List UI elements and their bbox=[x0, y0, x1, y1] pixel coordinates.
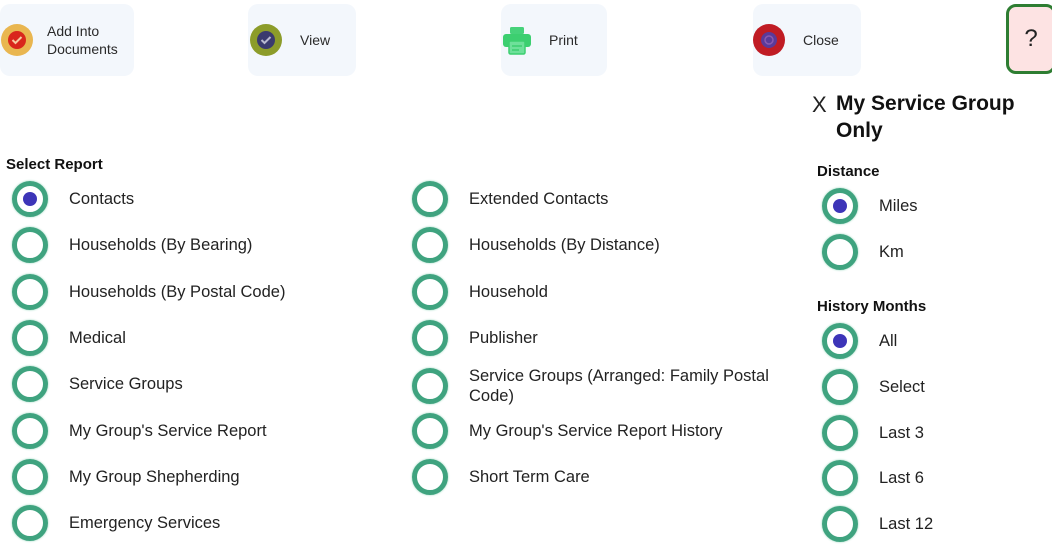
radio-unselected-icon[interactable] bbox=[412, 181, 448, 217]
radio-unselected-icon[interactable] bbox=[412, 458, 448, 495]
radio-option-label: Last 6 bbox=[879, 469, 924, 488]
history-months-radio-option[interactable]: Last 6 bbox=[822, 460, 924, 497]
radio-unselected-icon[interactable] bbox=[822, 414, 858, 451]
radio-option-label: Miles bbox=[879, 197, 918, 215]
report-radio-option[interactable]: Publisher bbox=[412, 319, 809, 356]
checked-mark-icon: X bbox=[812, 92, 827, 117]
printer-icon bbox=[501, 24, 533, 56]
report-radio-option[interactable]: Household bbox=[412, 273, 809, 310]
report-radio-option[interactable]: Service Groups (Arranged: Family Postal … bbox=[412, 366, 809, 406]
close-button[interactable]: Close bbox=[753, 4, 861, 76]
select-report-title: Select Report bbox=[6, 156, 103, 173]
report-radio-option[interactable]: Households (By Postal Code) bbox=[12, 273, 286, 310]
radio-unselected-icon[interactable] bbox=[412, 368, 448, 405]
check-badge-icon bbox=[1, 24, 33, 56]
print-label: Print bbox=[549, 32, 578, 48]
report-radio-option[interactable]: My Group's Service Report bbox=[12, 412, 267, 449]
my-service-group-only-label: My Service Group Only bbox=[836, 92, 1015, 142]
radio-unselected-icon[interactable] bbox=[822, 368, 858, 405]
report-radio-option[interactable]: My Group Shepherding bbox=[12, 458, 240, 495]
radio-option-label: Contacts bbox=[69, 190, 135, 208]
radio-unselected-icon[interactable] bbox=[412, 273, 448, 310]
radio-unselected-icon[interactable] bbox=[412, 319, 448, 356]
radio-option-label: Short Term Care bbox=[469, 467, 590, 486]
radio-selected-icon[interactable] bbox=[12, 181, 48, 217]
radio-option-label: Households (By Bearing) bbox=[69, 236, 253, 255]
view-button[interactable]: View bbox=[248, 4, 356, 76]
distance-radio-option[interactable]: Miles bbox=[822, 188, 918, 224]
radio-unselected-icon[interactable] bbox=[12, 227, 48, 264]
radio-option-label: All bbox=[879, 332, 898, 350]
add-into-documents-label: Add Into Documents bbox=[47, 22, 118, 58]
radio-unselected-icon[interactable] bbox=[12, 273, 48, 310]
radio-option-label: Last 3 bbox=[879, 423, 924, 442]
radio-option-label: Last 12 bbox=[879, 515, 934, 534]
view-label: View bbox=[300, 32, 331, 48]
history-months-radio-option[interactable]: Last 3 bbox=[822, 414, 924, 451]
radio-option-label: Household bbox=[469, 282, 548, 301]
print-button[interactable]: Print bbox=[501, 4, 607, 76]
report-radio-option[interactable]: My Group's Service Report History bbox=[412, 412, 809, 449]
radio-unselected-icon[interactable] bbox=[12, 366, 48, 403]
radio-dot-icon bbox=[833, 199, 847, 213]
radio-option-label: Households (By Postal Code) bbox=[69, 282, 286, 301]
radio-dot-icon bbox=[833, 334, 847, 348]
report-radio-option[interactable]: Households (By Distance) bbox=[412, 227, 809, 264]
radio-unselected-icon[interactable] bbox=[12, 458, 48, 495]
radio-option-label: My Group's Service Report bbox=[69, 421, 267, 440]
radio-dot-icon bbox=[23, 192, 37, 206]
radio-option-label: Extended Contacts bbox=[469, 190, 609, 208]
radio-selected-icon[interactable] bbox=[822, 323, 858, 359]
report-radio-option[interactable]: Medical bbox=[12, 319, 126, 356]
history-months-radio-option[interactable]: Last 12 bbox=[822, 506, 934, 543]
my-service-group-only-toggle[interactable]: X My Service Group Only bbox=[812, 90, 1046, 144]
help-button[interactable]: ? bbox=[1006, 4, 1052, 74]
distance-radio-option[interactable]: Km bbox=[822, 234, 904, 270]
radio-unselected-icon[interactable] bbox=[12, 505, 48, 542]
radio-unselected-icon[interactable] bbox=[12, 319, 48, 356]
report-radio-option[interactable]: Households (By Bearing) bbox=[12, 227, 253, 264]
close-badge-icon bbox=[753, 24, 785, 56]
radio-unselected-icon[interactable] bbox=[822, 460, 858, 497]
radio-option-label: Service Groups bbox=[69, 375, 183, 394]
radio-option-label: My Group Shepherding bbox=[69, 467, 240, 486]
report-radio-option[interactable]: Short Term Care bbox=[412, 458, 809, 495]
radio-unselected-icon[interactable] bbox=[412, 412, 448, 449]
radio-option-label: Publisher bbox=[469, 328, 538, 347]
report-radio-option[interactable]: Service Groups bbox=[12, 366, 183, 403]
radio-option-label: Service Groups (Arranged: Family Postal … bbox=[469, 367, 769, 406]
label-line-1: Add Into bbox=[47, 23, 100, 39]
report-radio-option[interactable]: Extended Contacts bbox=[412, 181, 809, 217]
radio-option-label: My Group's Service Report History bbox=[469, 421, 723, 440]
radio-unselected-icon[interactable] bbox=[822, 234, 858, 270]
history-months-title: History Months bbox=[817, 298, 927, 315]
history-months-radio-option[interactable]: Select bbox=[822, 368, 925, 405]
label-line-2: Documents bbox=[47, 41, 118, 57]
report-radio-option[interactable]: Contacts bbox=[12, 181, 134, 217]
radio-unselected-icon[interactable] bbox=[12, 412, 48, 449]
report-radio-option[interactable]: Emergency Services bbox=[12, 505, 221, 542]
radio-unselected-icon[interactable] bbox=[822, 506, 858, 543]
close-label: Close bbox=[803, 32, 839, 48]
check-badge-icon bbox=[250, 24, 282, 56]
add-into-documents-button[interactable]: Add Into Documents bbox=[0, 4, 134, 76]
radio-option-label: Km bbox=[879, 243, 904, 261]
radio-option-label: Medical bbox=[69, 328, 126, 347]
radio-unselected-icon[interactable] bbox=[412, 227, 448, 264]
radio-option-label: Emergency Services bbox=[69, 514, 221, 533]
distance-title: Distance bbox=[817, 163, 880, 180]
history-months-radio-option[interactable]: All bbox=[822, 323, 897, 359]
radio-selected-icon[interactable] bbox=[822, 188, 858, 224]
radio-option-label: Select bbox=[879, 377, 925, 396]
radio-option-label: Households (By Distance) bbox=[469, 236, 660, 255]
